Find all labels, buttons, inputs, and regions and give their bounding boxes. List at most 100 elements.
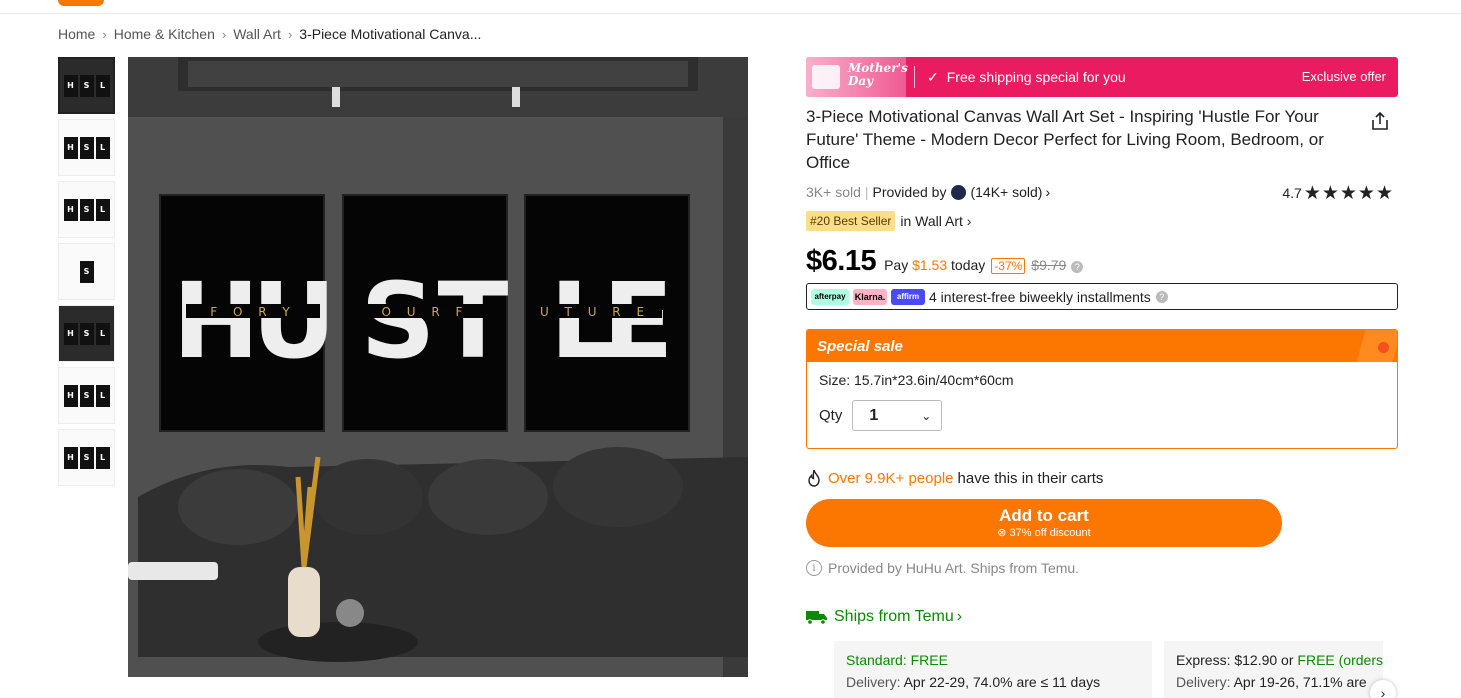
art-subtext: O U R F	[382, 305, 469, 319]
breadcrumb: Home › Home & Kitchen › Wall Art › 3-Pie…	[58, 26, 481, 42]
thumb-letter: H	[63, 136, 78, 159]
meta-row: 3K+ sold | Provided by (14K+ sold) › 4.7…	[806, 182, 1398, 204]
thumbnail-1[interactable]: HSL	[58, 57, 115, 114]
thumb-letter: L	[95, 74, 110, 97]
breadcrumb-wall-art[interactable]: Wall Art	[233, 26, 281, 42]
top-bar	[0, 0, 1461, 14]
promo-text: Free shipping special for you	[946, 69, 1126, 85]
add-to-cart-button[interactable]: Add to cart ⊗ 37% off discount	[806, 499, 1282, 547]
discount-badge: -37%	[991, 258, 1026, 274]
add-to-cart-sublabel: ⊗ 37% off discount	[997, 526, 1090, 540]
standard-shipping-card[interactable]: Standard: FREE Delivery: Apr 22-29, 74.0…	[834, 641, 1152, 698]
rating[interactable]: 4.7 ★★★★★	[1282, 182, 1394, 204]
thumb-letter: S	[79, 384, 94, 407]
thumb-letter: H	[63, 74, 78, 97]
art-letter: T	[438, 260, 509, 382]
seller-sold-link[interactable]: (14K+ sold)	[970, 184, 1042, 200]
ships-from-link[interactable]: Ships from Temu ›	[806, 608, 1398, 626]
art-subtext: F O R Y	[210, 305, 295, 319]
shipping-options: Standard: FREE Delivery: Apr 22-29, 74.0…	[834, 641, 1383, 698]
carts-text: have this in their carts	[957, 469, 1104, 487]
breadcrumb-home[interactable]: Home	[58, 26, 95, 42]
express-shipping-card[interactable]: Express: $12.90 or FREE (orders Delivery…	[1164, 641, 1383, 698]
express-value: FREE (orders	[1297, 652, 1383, 668]
thumbnail-6[interactable]: HSL	[58, 367, 115, 424]
chevron-right-icon[interactable]: ›	[1045, 184, 1050, 200]
exclusive-offer-label: Exclusive offer	[1301, 69, 1386, 84]
thumb-letter: L	[95, 136, 110, 159]
discount-text: 37% off discount	[1009, 527, 1091, 539]
help-icon[interactable]: ?	[1071, 261, 1084, 273]
delivery-label: Delivery:	[846, 674, 901, 690]
main-product-image[interactable]: H U S T L E F O R Y O U R F U T U R E	[128, 57, 748, 677]
share-icon[interactable]	[1370, 111, 1390, 131]
art-letter: S	[361, 260, 436, 382]
chevron-down-icon: ⌄	[921, 408, 932, 423]
thumb-letter: L	[95, 322, 110, 345]
size-value: 15.7in*23.6in/40cm*60cm	[854, 372, 1014, 388]
thumbnail-list: HSL HSL HSL S HSL HSL HSL	[58, 57, 115, 491]
provided-by-label: Provided by	[872, 184, 947, 200]
info-icon: i	[806, 560, 822, 576]
art-letter: E	[602, 260, 673, 382]
site-logo[interactable]	[58, 0, 104, 6]
size-line: Size: 15.7in*23.6in/40cm*60cm	[819, 372, 1397, 388]
shipping-next-button[interactable]: ›	[1370, 680, 1396, 698]
thumbnail-2[interactable]: HSL	[58, 119, 115, 176]
affirm-logo: affirm	[891, 288, 925, 305]
qty-select[interactable]: 1 ⌄	[852, 400, 943, 431]
provided-note: i Provided by HuHu Art. Ships from Temu.	[806, 560, 1398, 576]
fire-icon	[808, 469, 820, 487]
pay-today-text: Pay $1.53 today	[884, 257, 985, 273]
provided-note-text: Provided by HuHu Art. Ships from Temu.	[828, 560, 1080, 576]
carts-count: Over 9.9K+ people	[828, 469, 954, 487]
thumb-letter: H	[63, 384, 78, 407]
art-letter: H	[172, 260, 259, 382]
chevron-right-icon: ›	[287, 26, 293, 42]
thumb-letter: H	[63, 322, 78, 345]
original-price: $9.79	[1031, 257, 1067, 273]
thumb-letter: L	[95, 446, 110, 469]
decoration	[1356, 330, 1397, 362]
breadcrumb-home-kitchen[interactable]: Home & Kitchen	[114, 26, 215, 42]
seller-avatar[interactable]	[951, 184, 967, 200]
help-icon[interactable]: ?	[1155, 290, 1168, 303]
add-to-cart-label: Add to cart	[999, 506, 1089, 525]
breadcrumb-current: 3-Piece Motivational Canva...	[299, 26, 482, 42]
bestseller-category[interactable]: in Wall Art ›	[900, 213, 971, 229]
thumbnail-4[interactable]: S	[58, 243, 115, 300]
thumb-letter: S	[79, 260, 94, 283]
carts-row: Over 9.9K+ people have this in their car…	[806, 469, 1398, 487]
pay-amount: $1.53	[912, 257, 948, 273]
installments-box[interactable]: afterpay Klarna. affirm 4 interest-free …	[806, 283, 1398, 310]
qty-value: 1	[869, 406, 879, 424]
special-sale-box: Special sale Size: 15.7in*23.6in/40cm*60…	[806, 329, 1398, 449]
thumb-letter: S	[79, 74, 94, 97]
product-title: 3-Piece Motivational Canvas Wall Art Set…	[806, 107, 1324, 172]
thumb-letter: L	[95, 384, 110, 407]
thumb-letter: H	[63, 446, 78, 469]
thumb-letter: S	[79, 446, 94, 469]
thumbnail-5[interactable]: HSL	[58, 305, 115, 362]
standard-value: FREE	[910, 652, 948, 668]
art-subtext: U T U R E	[540, 305, 650, 319]
chevron-right-icon: ›	[1380, 685, 1386, 698]
standard-delivery: Apr 22-29, 74.0% are ≤ 11 days	[903, 674, 1101, 690]
rating-value: 4.7	[1282, 185, 1302, 201]
sold-count: 3K+ sold	[806, 184, 861, 200]
afterpay-logo: afterpay	[811, 288, 849, 305]
decoration-dot	[1378, 342, 1389, 353]
thumb-letter: S	[79, 322, 94, 345]
mothers-day-text: Mother's Day	[848, 61, 908, 88]
thumb-letter: H	[63, 198, 78, 221]
bestseller-row[interactable]: #20 Best Seller in Wall Art ›	[806, 211, 1398, 231]
divider	[914, 66, 915, 88]
promo-banner[interactable]: Mother's Day ✓ Free shipping special for…	[806, 57, 1398, 97]
special-sale-title: Special sale	[817, 337, 903, 355]
pay-prefix: Pay	[884, 257, 909, 273]
thumbnail-3[interactable]: HSL	[58, 181, 115, 238]
klarna-logo: Klarna.	[853, 288, 887, 305]
express-delivery: Apr 19-26, 71.1% are	[1233, 674, 1367, 690]
thumbnail-7[interactable]: HSL	[58, 429, 115, 486]
star-rating-icon: ★★★★★	[1303, 182, 1394, 204]
